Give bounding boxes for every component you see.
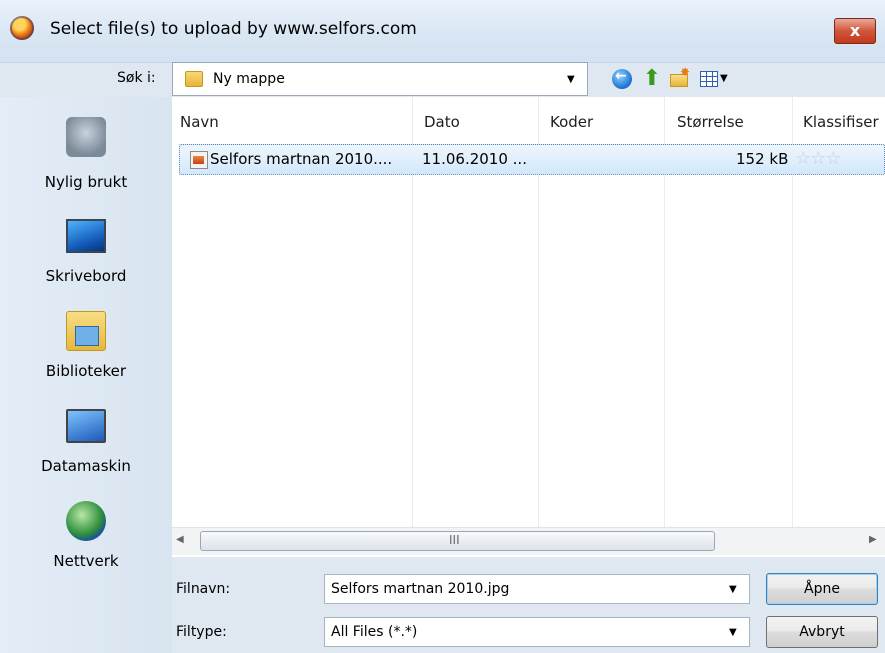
recent-places-icon — [66, 117, 106, 157]
cancel-button[interactable]: Avbryt — [766, 616, 878, 648]
table-row[interactable]: Selfors martnan 2010.... 11.06.2010 ... … — [179, 144, 885, 175]
horizontal-scrollbar[interactable]: ◀ III ▶ — [172, 527, 885, 555]
scroll-right-arrow-icon[interactable]: ▶ — [869, 534, 877, 545]
firefox-icon — [10, 16, 34, 40]
computer-icon — [66, 409, 106, 443]
file-name: Selfors martnan 2010.... — [210, 150, 393, 168]
place-label: Nettverk — [53, 552, 119, 570]
lookin-label: Søk i: — [117, 70, 156, 86]
place-label: Biblioteker — [45, 362, 127, 380]
place-label: Nylig brukt — [44, 173, 128, 191]
scrollbar-grip: III — [449, 533, 460, 547]
window-title: Select file(s) to upload by www.selfors.… — [50, 19, 417, 39]
column-header-rating[interactable]: Klassifiser — [803, 113, 879, 131]
new-folder-icon[interactable]: ✸ — [670, 65, 690, 89]
chevron-down-icon[interactable]: ▼ — [567, 74, 575, 85]
chevron-down-icon[interactable]: ▼ — [729, 584, 737, 595]
lookin-combobox[interactable]: Ny mappe ▼ — [172, 62, 588, 96]
column-header-date[interactable]: Dato — [424, 113, 460, 131]
file-list[interactable]: Navn Dato Koder Størrelse Klassifiser Se… — [172, 97, 885, 557]
open-button[interactable]: Åpne — [766, 573, 878, 605]
filename-label: Filnavn: — [176, 581, 231, 597]
network-icon — [66, 501, 106, 541]
file-size: 152 kB — [736, 150, 789, 168]
desktop-icon — [66, 219, 106, 253]
filetype-select[interactable]: All Files (*.*) ▼ — [324, 617, 750, 647]
views-menu-icon[interactable] — [700, 71, 718, 87]
image-file-icon — [190, 151, 208, 169]
filename-field[interactable]: Selfors martnan 2010.jpg ▼ — [324, 574, 750, 604]
file-date: 11.06.2010 ... — [422, 150, 527, 168]
libraries-icon — [66, 311, 106, 351]
lookin-value: Ny mappe — [213, 71, 285, 87]
folder-icon — [185, 71, 203, 87]
views-chevron-down-icon[interactable]: ▼ — [720, 73, 728, 84]
filename-value: Selfors martnan 2010.jpg — [331, 581, 510, 597]
back-icon[interactable] — [612, 68, 632, 89]
bottom-panel: Filnavn: Selfors martnan 2010.jpg ▼ Åpne… — [172, 557, 885, 653]
place-label: Datamaskin — [41, 457, 131, 475]
column-header-tags[interactable]: Koder — [550, 113, 593, 131]
up-folder-icon[interactable]: ⬆ — [642, 68, 662, 90]
rating-stars[interactable]: ☆☆☆ — [795, 148, 841, 169]
filetype-label: Filtype: — [176, 624, 227, 640]
places-bar: Nylig brukt Skrivebord Biblioteker Datam… — [0, 97, 172, 653]
title-bar: Select file(s) to upload by www.selfors.… — [0, 0, 885, 63]
place-label: Skrivebord — [45, 267, 127, 285]
column-header-size[interactable]: Størrelse — [677, 113, 744, 131]
scrollbar-thumb[interactable]: III — [200, 531, 715, 551]
close-button[interactable]: x — [834, 18, 876, 44]
filetype-value: All Files (*.*) — [331, 624, 418, 640]
column-header-name[interactable]: Navn — [180, 113, 219, 131]
scroll-left-arrow-icon[interactable]: ◀ — [176, 534, 184, 545]
chevron-down-icon[interactable]: ▼ — [729, 627, 737, 638]
